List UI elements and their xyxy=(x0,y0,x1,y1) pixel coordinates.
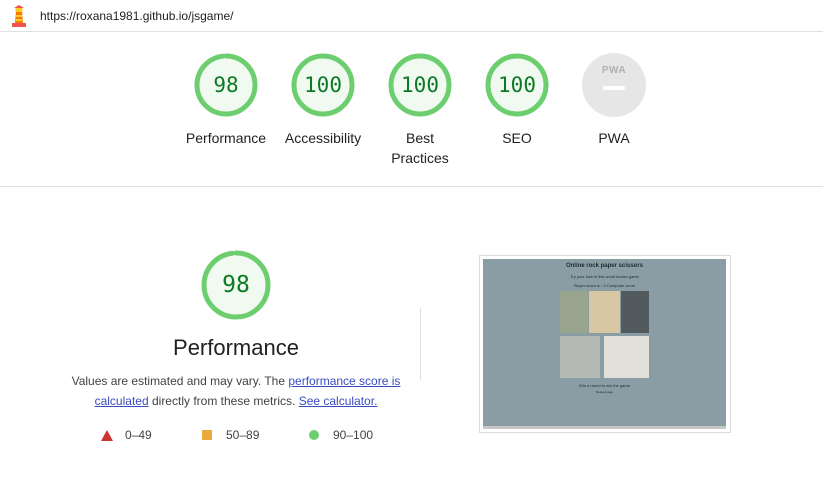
shot-score-line: Player score is - 0 Computer score xyxy=(573,283,636,288)
calculator-link[interactable]: See calculator. xyxy=(299,394,378,408)
shot-small-text: Reload page xyxy=(595,390,613,394)
desc-prefix: Values are estimated and may vary. The xyxy=(71,374,289,388)
shot-footer: Win a round to win the game xyxy=(579,383,630,388)
performance-title: Performance xyxy=(173,335,299,360)
shot-computer-image xyxy=(604,336,649,378)
circle-icon xyxy=(309,430,319,440)
gauge-label: SEO xyxy=(502,130,532,146)
legend-range: 50–89 xyxy=(226,428,260,442)
desc-middle: directly from these metrics. xyxy=(148,394,299,408)
gauge-label: Performance xyxy=(185,130,267,146)
pwa-badge-text: PWA xyxy=(601,65,627,76)
legend-range: 90–100 xyxy=(333,428,374,442)
report-header: https://roxana1981.github.io/jsgame/ xyxy=(0,0,823,32)
vertical-separator xyxy=(420,308,421,380)
square-icon xyxy=(202,430,212,440)
shot-player-image xyxy=(560,336,600,378)
shot-paper-image xyxy=(589,291,620,333)
gauge-pwa[interactable]: PWA PWA xyxy=(564,52,664,148)
gauge-performance[interactable]: 98 Performance xyxy=(176,52,276,148)
shot-title: Online rock paper scissors xyxy=(565,263,644,269)
triangle-icon xyxy=(101,430,113,441)
gauge-accessibility[interactable]: 100 Accessibility xyxy=(273,52,373,148)
pwa-badge-icon xyxy=(582,53,646,117)
performance-description: Values are estimated and may vary. The p… xyxy=(70,371,402,411)
section-divider xyxy=(0,186,823,187)
final-screenshot[interactable]: Online rock paper scissors Try your luck… xyxy=(483,259,726,426)
gauge-score: 98 xyxy=(213,73,239,97)
gauge-score: 100 xyxy=(498,73,536,97)
page-url[interactable]: https://roxana1981.github.io/jsgame/ xyxy=(40,9,233,23)
gauge-seo[interactable]: 100 SEO xyxy=(467,52,567,148)
shot-subtitle: Try your luck in this world known game xyxy=(570,274,639,279)
performance-score: 98 xyxy=(222,272,250,298)
lighthouse-logo-icon xyxy=(12,5,26,27)
gauge-best-practices[interactable]: 100 Best Practices xyxy=(370,52,470,168)
gauge-score: 100 xyxy=(401,73,439,97)
legend-range: 0–49 xyxy=(125,428,152,442)
shot-rock-image xyxy=(560,291,588,333)
screenshot-scrollbar xyxy=(483,426,726,429)
gauge-label: Accessibility xyxy=(284,130,362,146)
gauge-label: PWA xyxy=(598,130,630,146)
gauge-score: 100 xyxy=(304,73,342,97)
shot-scissors-image xyxy=(621,291,649,333)
gauge-label: Best Practices xyxy=(391,130,449,166)
